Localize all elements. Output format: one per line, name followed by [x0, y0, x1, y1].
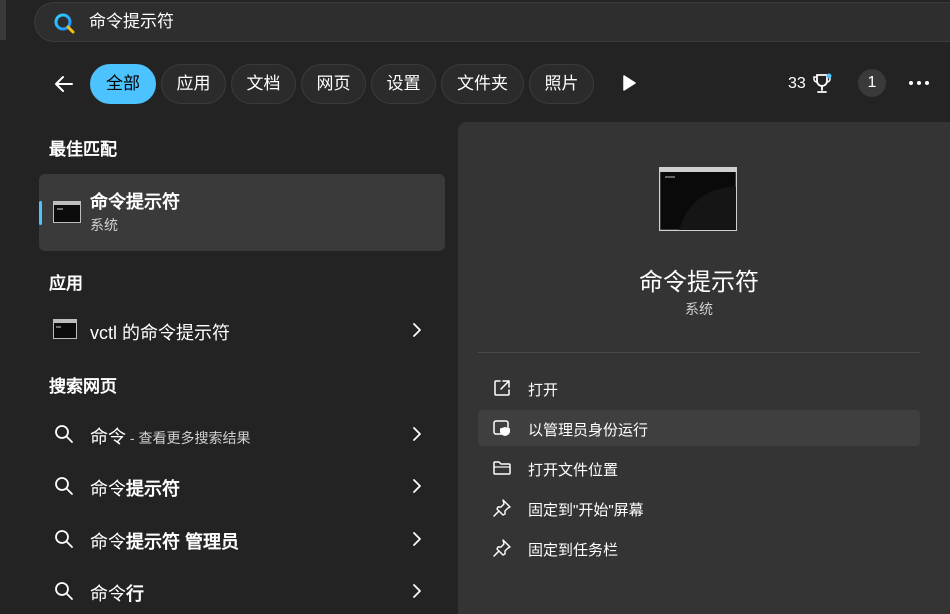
search-icon	[55, 582, 73, 600]
search-icon	[55, 530, 73, 548]
cmd-app-icon	[53, 319, 77, 339]
search-logo-icon	[54, 13, 75, 34]
web-result-label: 命令 - 查看更多搜索结果	[90, 427, 251, 447]
preview-panel: 命令提示符 系统 打开 以管理员身份运行 打开文件位置 固定到"开始"屏幕 固定…	[458, 122, 950, 614]
best-match-item[interactable]: 命令提示符 系统	[39, 174, 445, 251]
pin-icon	[493, 499, 511, 517]
open-external-icon	[494, 380, 510, 396]
chevron-right-icon	[413, 323, 421, 337]
web-result-label: 命令提示符	[90, 479, 180, 499]
back-arrow-icon[interactable]	[50, 70, 78, 98]
cmd-app-icon	[53, 201, 81, 223]
app-result-label: vctl 的命令提示符	[90, 323, 231, 343]
search-bar[interactable]	[34, 2, 950, 42]
preview-title: 命令提示符	[639, 269, 759, 296]
filter-chip-web[interactable]: 网页	[301, 64, 366, 104]
action-run-as-admin-label: 以管理员身份运行	[528, 422, 649, 439]
action-pin-to-taskbar-label: 固定到任务栏	[528, 542, 619, 559]
search-icon	[55, 425, 73, 443]
action-pin-to-start[interactable]: 固定到"开始"屏幕	[478, 490, 920, 526]
profile-badge[interactable]: 1	[858, 69, 886, 97]
web-result[interactable]: 命令 - 查看更多搜索结果	[39, 412, 445, 456]
preview-subtitle: 系统	[685, 301, 713, 317]
search-icon	[55, 477, 73, 495]
action-run-as-admin[interactable]: 以管理员身份运行	[478, 410, 920, 446]
web-result[interactable]: 命令行	[39, 569, 445, 613]
selection-indicator	[39, 201, 42, 225]
app-result-vctl[interactable]: vctl 的命令提示符	[39, 308, 445, 352]
cmd-app-large-icon	[659, 167, 737, 231]
filter-chip-photos[interactable]: 照片	[529, 64, 594, 104]
trophy-icon	[813, 73, 832, 93]
best-match-heading: 最佳匹配	[49, 140, 117, 159]
chevron-right-icon	[413, 532, 421, 546]
pin-icon	[493, 539, 511, 557]
filter-chip-settings[interactable]: 设置	[371, 64, 436, 104]
filter-chip-apps[interactable]: 应用	[161, 64, 226, 104]
search-input[interactable]	[89, 3, 689, 41]
web-result-label: 命令行	[90, 584, 144, 604]
preview-divider	[478, 352, 920, 353]
best-match-subtitle: 系统	[90, 217, 118, 233]
web-result-label: 命令提示符 管理员	[90, 532, 240, 552]
more-options-icon[interactable]	[906, 72, 932, 94]
best-match-title: 命令提示符	[90, 192, 180, 212]
more-filters-play-icon[interactable]	[618, 72, 640, 94]
chevron-right-icon	[413, 584, 421, 598]
filter-chip-documents[interactable]: 文档	[231, 64, 296, 104]
filter-chip-folders[interactable]: 文件夹	[441, 64, 524, 104]
action-pin-to-start-label: 固定到"开始"屏幕	[528, 502, 644, 519]
action-open-file-location[interactable]: 打开文件位置	[478, 450, 920, 486]
action-open-file-location-label: 打开文件位置	[528, 462, 619, 479]
web-search-heading: 搜索网页	[49, 377, 117, 396]
apps-heading: 应用	[49, 274, 83, 293]
web-result[interactable]: 命令提示符 管理员	[39, 517, 445, 561]
chevron-right-icon	[413, 427, 421, 441]
web-result[interactable]: 命令提示符	[39, 464, 445, 508]
folder-icon	[493, 461, 511, 475]
action-pin-to-taskbar[interactable]: 固定到任务栏	[478, 530, 920, 566]
filter-chip-all[interactable]: 全部	[90, 64, 156, 104]
rewards-points[interactable]: 33	[788, 70, 832, 98]
shield-admin-icon	[493, 420, 510, 436]
window-edge	[0, 0, 6, 40]
action-open[interactable]: 打开	[478, 370, 920, 406]
rewards-points-count: 33	[788, 75, 806, 92]
chevron-right-icon	[413, 479, 421, 493]
action-open-label: 打开	[528, 382, 559, 399]
